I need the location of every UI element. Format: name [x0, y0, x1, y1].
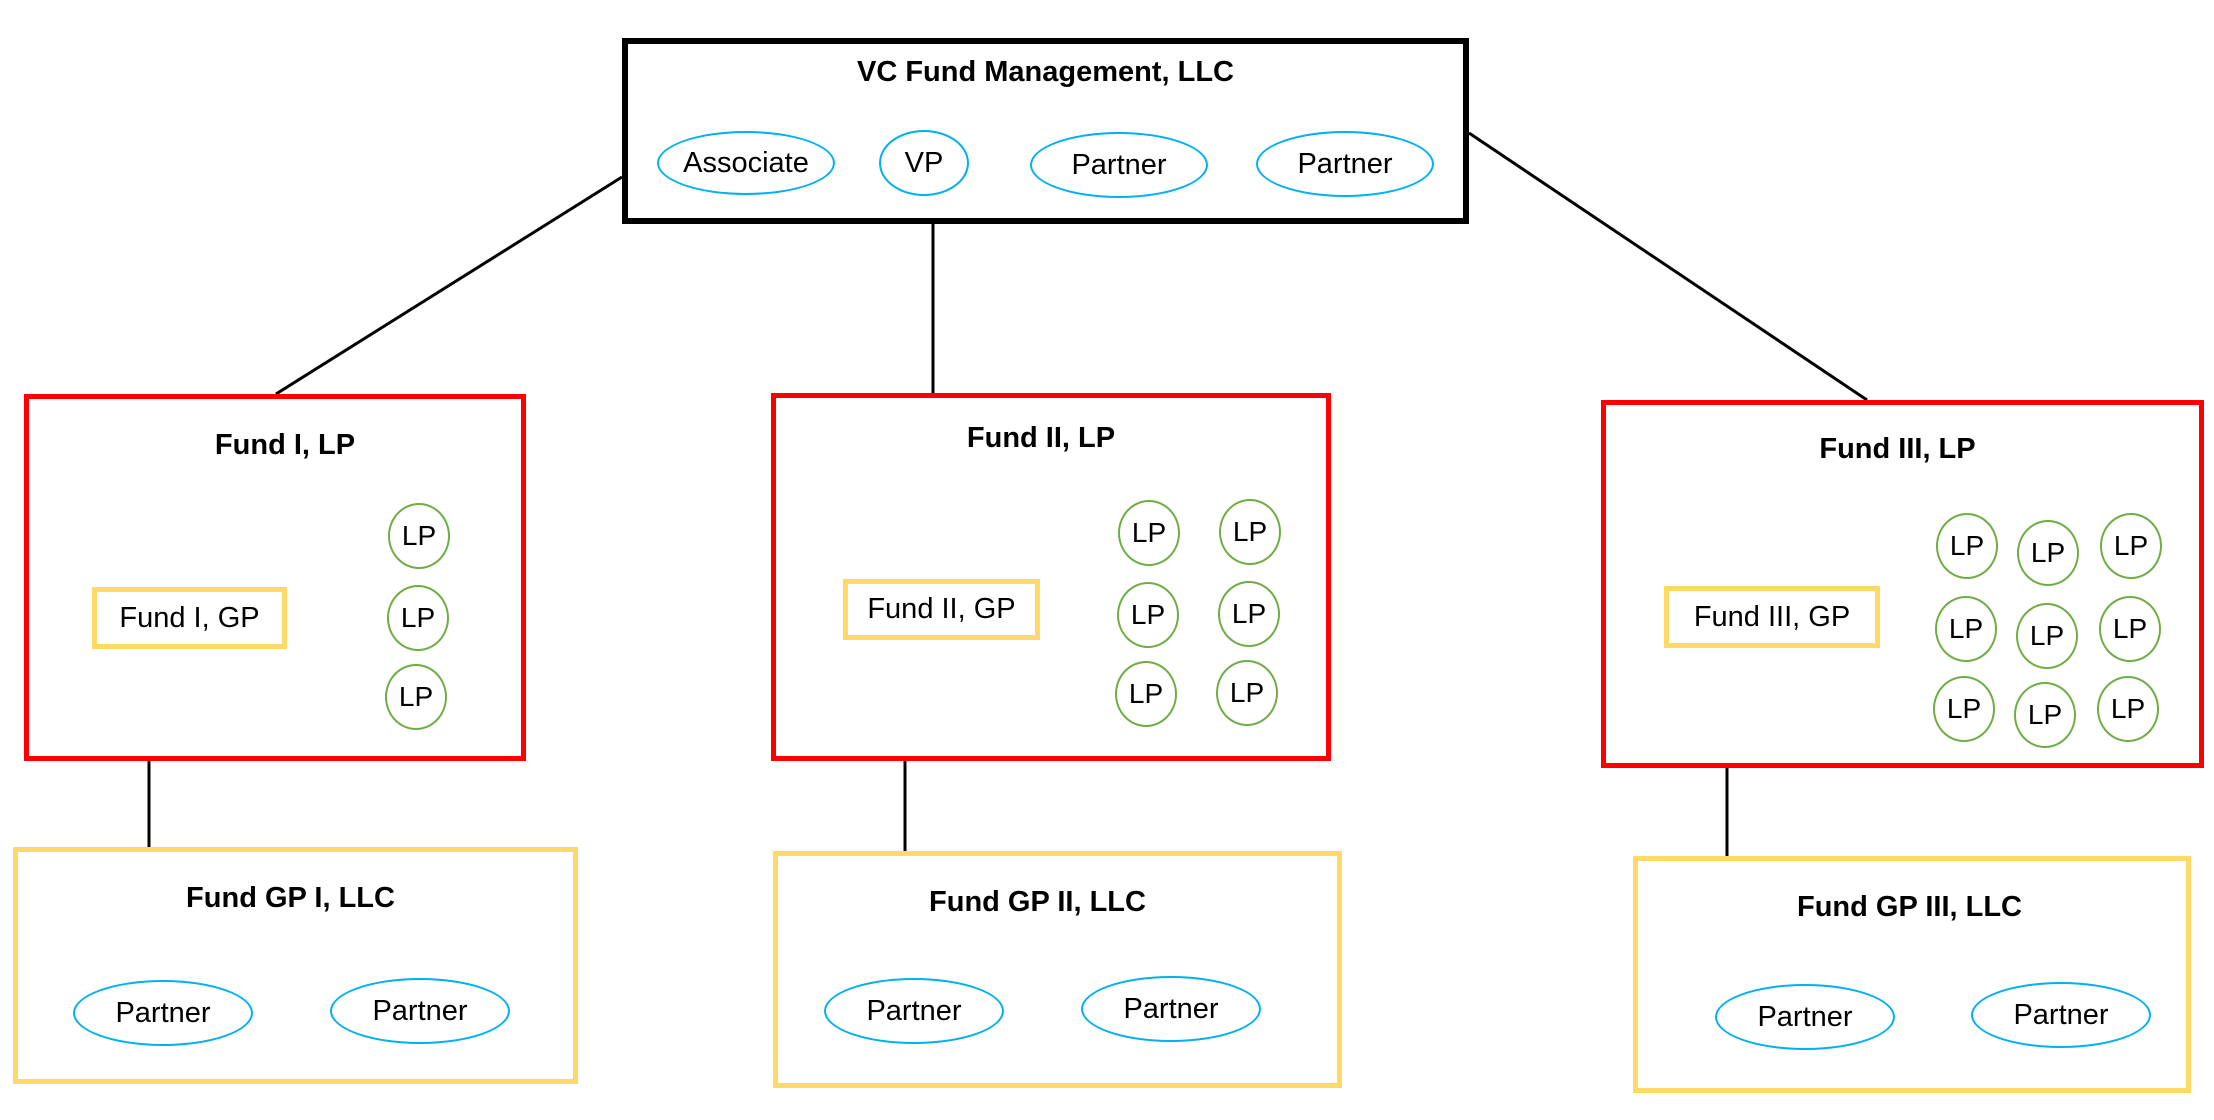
- fund-3-lp: LP: [2016, 603, 2078, 669]
- fund-3-lp: LP: [2100, 513, 2162, 579]
- fund-3-lp: LP: [1935, 596, 1997, 662]
- fund-2-lp: LP: [1117, 582, 1179, 648]
- fund-1-title: Fund I, LP: [214, 429, 356, 461]
- gp-llc-2-partner-1: Partner: [824, 978, 1004, 1044]
- fund-3-lp: LP: [1936, 513, 1998, 579]
- management-title: VC Fund Management, LLC: [857, 56, 1234, 88]
- gp-llc-1-partner-2: Partner: [330, 978, 510, 1044]
- fund-3-title: Fund III, LP: [1819, 433, 1976, 465]
- member-partner-2: Partner: [1256, 131, 1434, 197]
- fund-2-lp: LP: [1218, 581, 1280, 647]
- fund-3-lp: LP: [2097, 676, 2159, 742]
- fund-2-title: Fund II, LP: [966, 422, 1116, 454]
- management-company-box: VC Fund Management, LLC Associate VP Par…: [622, 38, 1469, 224]
- fund-1-lp: LP: [388, 503, 450, 569]
- fund-1-lp: LP: [385, 664, 447, 730]
- gp-llc-1-title: Fund GP I, LLC: [186, 882, 395, 914]
- fund-3-lp: LP: [2014, 682, 2076, 748]
- gp-llc-2-title: Fund GP II, LLC: [929, 886, 1146, 918]
- fund-3-gp-box: Fund III, GP: [1664, 586, 1880, 648]
- fund-3-lp: LP: [2099, 596, 2161, 662]
- fund-2-lp: LP: [1219, 499, 1281, 565]
- fund-2-lp: LP: [1216, 660, 1278, 726]
- fund-2-lp: LP: [1118, 500, 1180, 566]
- gp-llc-3-title: Fund GP III, LLC: [1796, 891, 2022, 923]
- fund-3-lp: LP: [2017, 520, 2079, 586]
- gp-llc-2-partner-2: Partner: [1081, 976, 1261, 1042]
- gp-llc-1-box: Fund GP I, LLC Partner Partner: [13, 847, 578, 1084]
- fund-2-gp-box: Fund II, GP: [843, 579, 1040, 640]
- gp-llc-3-box: Fund GP III, LLC Partner Partner: [1633, 856, 2191, 1093]
- member-vp: VP: [879, 130, 969, 196]
- fund-1-gp-box: Fund I, GP: [92, 587, 287, 649]
- gp-llc-1-partner-1: Partner: [73, 980, 253, 1046]
- gp-llc-2-box: Fund GP II, LLC Partner Partner: [773, 851, 1342, 1088]
- fund-3-lp: LP: [1933, 676, 1995, 742]
- gp-llc-3-partner-2: Partner: [1971, 982, 2151, 1048]
- member-partner-1: Partner: [1030, 132, 1208, 198]
- fund-1-lp: LP: [387, 585, 449, 651]
- connector-mgmt-fund1: [275, 175, 623, 396]
- fund-1-box: Fund I, LP: [24, 394, 526, 761]
- fund-2-lp: LP: [1115, 661, 1177, 727]
- gp-llc-3-partner-1: Partner: [1715, 984, 1895, 1050]
- member-associate: Associate: [657, 131, 835, 195]
- connector-mgmt-fund3: [1468, 131, 1868, 402]
